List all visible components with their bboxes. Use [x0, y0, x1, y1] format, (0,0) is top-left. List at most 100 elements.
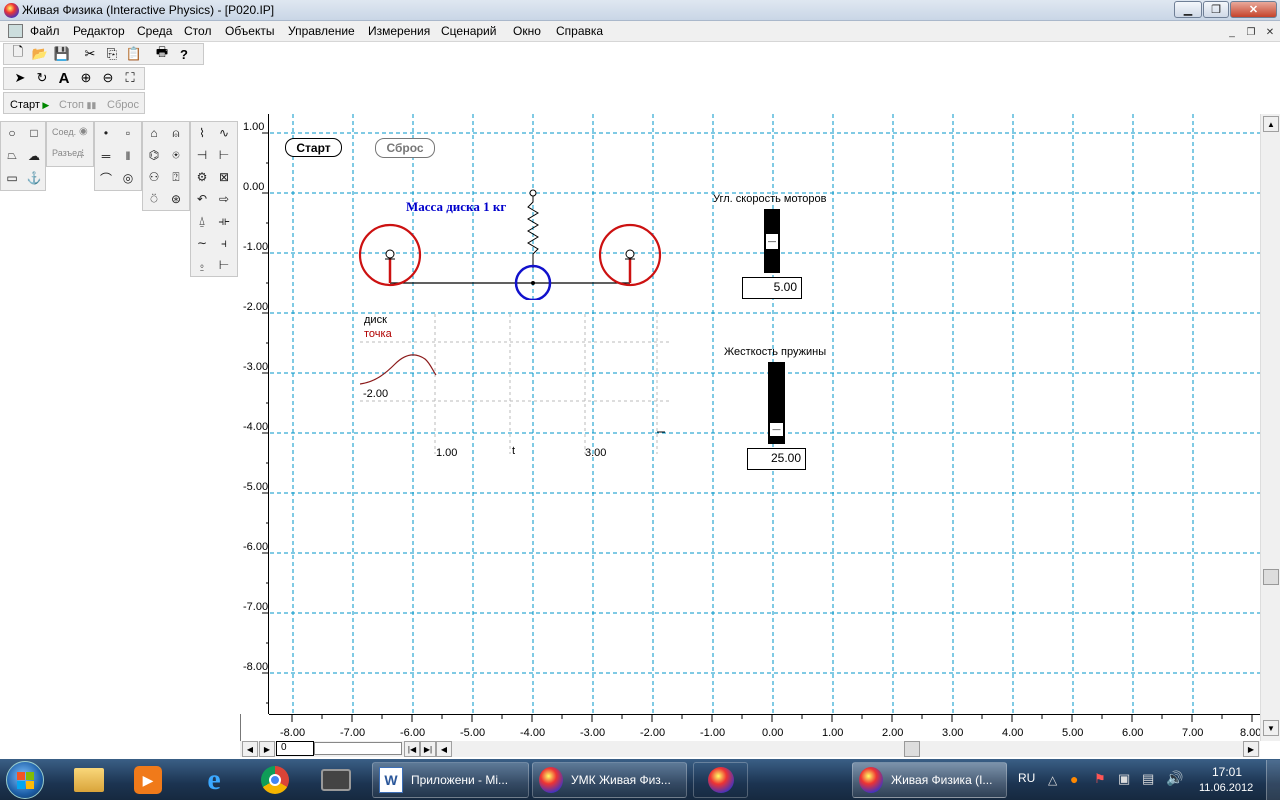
- menu-view[interactable]: Стол: [184, 24, 211, 38]
- menu-measure[interactable]: Измерения: [368, 24, 430, 38]
- slot-joint-icon[interactable]: ⌬: [143, 144, 165, 166]
- vertical-slot-icon[interactable]: ‖: [117, 145, 139, 167]
- spring[interactable]: [527, 194, 539, 268]
- language-indicator[interactable]: RU: [1018, 771, 1035, 785]
- square-point-tool-icon[interactable]: ▫: [117, 122, 139, 144]
- motor-speed-slider[interactable]: —: [764, 209, 780, 273]
- rotate-tool-icon[interactable]: ↻: [32, 68, 52, 88]
- scroll-thumb[interactable]: [1263, 569, 1279, 585]
- scroll-right-icon[interactable]: ▶: [1243, 741, 1259, 757]
- polygon-tool-icon[interactable]: ⏢: [1, 145, 23, 167]
- curved-slot-icon[interactable]: ⌒: [95, 167, 117, 189]
- start-button[interactable]: [6, 761, 44, 799]
- spiral-slot-icon[interactable]: ⊛: [165, 188, 187, 210]
- menu-window[interactable]: Окно: [513, 24, 541, 38]
- menu-file[interactable]: Файл: [30, 24, 60, 38]
- explorer-taskbar-button[interactable]: [63, 762, 115, 798]
- cut-icon[interactable]: ✂: [80, 44, 100, 64]
- left-motor-icon[interactable]: [385, 249, 395, 259]
- separator-tool-icon[interactable]: ⫞: [213, 232, 235, 254]
- doc-icon[interactable]: [8, 24, 23, 38]
- motor-tool-icon[interactable]: ↶: [191, 188, 213, 210]
- print-icon[interactable]: 🖶: [152, 44, 172, 64]
- vertical-scrollbar[interactable]: ▲ ▼: [1260, 114, 1280, 741]
- rod-tool-icon[interactable]: ⟛: [213, 210, 235, 232]
- line-tool-icon[interactable]: ⊢: [213, 254, 235, 276]
- rectangle-tool-icon[interactable]: ▭: [1, 167, 23, 189]
- gear-tool-icon[interactable]: ⚙: [191, 166, 213, 188]
- close-button[interactable]: ✕: [1230, 1, 1277, 18]
- frame-back-icon[interactable]: ◀: [242, 741, 258, 757]
- run-reset-button[interactable]: Сброс: [107, 97, 139, 111]
- hscroll-thumb[interactable]: [904, 741, 920, 757]
- anchor-tool-icon[interactable]: ⚓: [23, 167, 45, 189]
- scroll-up-icon[interactable]: ▲: [1263, 116, 1279, 132]
- rigid-joint-icon[interactable]: ⍝: [165, 122, 187, 144]
- frame-forward-icon[interactable]: ▶: [259, 741, 275, 757]
- tape-end-icon[interactable]: ▶|: [420, 741, 436, 757]
- square-tool-icon[interactable]: □: [23, 122, 45, 144]
- open-folder-icon[interactable]: 📂: [30, 44, 50, 64]
- mdi-minimize-button[interactable]: _: [1224, 25, 1240, 39]
- graph-window[interactable]: диск точка -2.00 1.00 t 3.00: [360, 314, 670, 460]
- arrow-tool-icon[interactable]: ➤: [10, 68, 30, 88]
- mdi-close-button[interactable]: ✕: [1262, 25, 1278, 39]
- tape-start-icon[interactable]: |◀: [404, 741, 420, 757]
- zoom-in-icon[interactable]: ⊕: [76, 68, 96, 88]
- network-icon[interactable]: ▤: [1142, 771, 1154, 787]
- menu-script[interactable]: Сценарий: [441, 24, 496, 38]
- clock-time[interactable]: 17:01: [1212, 765, 1242, 779]
- curve-slot-icon[interactable]: ⍥: [143, 188, 165, 210]
- spring-stiffness-value[interactable]: 25.00: [747, 448, 806, 470]
- horizontal-slot-icon[interactable]: ═: [95, 145, 117, 167]
- tray-flag-icon[interactable]: ⚑: [1094, 771, 1106, 787]
- run-stop-button[interactable]: Стоп ▮▮: [59, 97, 96, 111]
- text-tool-icon[interactable]: A: [54, 68, 74, 88]
- clock-date[interactable]: 11.06.2012: [1199, 782, 1253, 794]
- curved-joint-icon[interactable]: ⚇: [143, 166, 165, 188]
- joint-point-icon[interactable]: ⍛: [191, 254, 213, 276]
- taskbar-item-active[interactable]: Живая Физика (I...: [852, 762, 1007, 798]
- run-start-button[interactable]: Старт ▶: [10, 97, 49, 111]
- save-icon[interactable]: 💾: [52, 44, 72, 64]
- rope-tool-icon[interactable]: ∼: [191, 232, 213, 254]
- volume-icon[interactable]: 🔊: [1166, 770, 1183, 787]
- paste-icon[interactable]: 📋: [124, 44, 144, 64]
- tray-device-icon[interactable]: ▣: [1118, 771, 1130, 787]
- point-tool-icon[interactable]: •: [95, 122, 117, 144]
- media-taskbar-button[interactable]: ▶: [122, 762, 174, 798]
- ws-reset-button[interactable]: Сброс: [375, 138, 435, 158]
- ws-start-button[interactable]: Старт: [285, 138, 342, 157]
- copy-icon[interactable]: ⎘: [102, 44, 122, 64]
- damper-tool-icon[interactable]: ⊣: [191, 144, 213, 166]
- right-motor-icon[interactable]: [625, 249, 635, 259]
- join-button[interactable]: Соед.: [52, 127, 76, 137]
- spring-stiffness-slider[interactable]: —: [768, 362, 785, 444]
- curve-tool-icon[interactable]: ☁: [23, 145, 45, 167]
- scroll-left-icon[interactable]: ◀: [436, 741, 452, 757]
- damper-line-icon[interactable]: ⊢: [213, 144, 235, 166]
- spring-tool-icon[interactable]: ⌇: [191, 122, 213, 144]
- menu-control[interactable]: Управление: [288, 24, 355, 38]
- show-desktop-button[interactable]: [1266, 760, 1280, 800]
- taskbar-item-word[interactable]: W Приложени - Mi...: [372, 762, 529, 798]
- menu-objects[interactable]: Объекты: [225, 24, 275, 38]
- new-file-icon[interactable]: 🗋: [8, 44, 28, 64]
- menu-edit[interactable]: Редактор: [73, 24, 125, 38]
- keyed-joint-icon[interactable]: ⍟: [165, 144, 187, 166]
- frame-counter[interactable]: 0: [276, 741, 314, 756]
- force-arrow-icon[interactable]: ⇨: [213, 188, 235, 210]
- ring-slot-icon[interactable]: ◎: [117, 167, 139, 189]
- actuator-tool-icon[interactable]: ⍙: [191, 210, 213, 232]
- slider-thumb[interactable]: —: [769, 422, 784, 437]
- zoom-fit-icon[interactable]: ⛶: [120, 68, 140, 88]
- motor-speed-value[interactable]: 5.00: [742, 277, 802, 299]
- maximize-button[interactable]: ❐: [1203, 1, 1229, 18]
- ie-taskbar-button[interactable]: e: [188, 762, 240, 798]
- tray-chevron-icon[interactable]: △: [1048, 773, 1057, 787]
- help-icon[interactable]: ?: [174, 44, 194, 64]
- menu-world[interactable]: Среда: [137, 24, 172, 38]
- zoom-out-icon[interactable]: ⊖: [98, 68, 118, 88]
- app-taskbar-button[interactable]: [310, 762, 362, 798]
- taskbar-item-umk[interactable]: УМК Живая Физ...: [532, 762, 687, 798]
